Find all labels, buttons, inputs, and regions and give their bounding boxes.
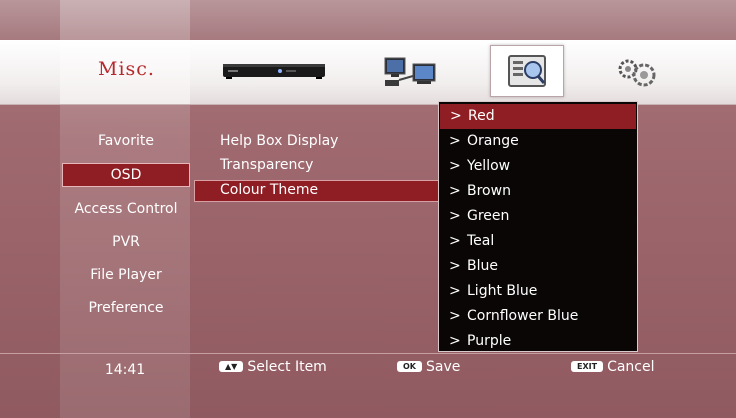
dropdown-item-label: Light Blue — [467, 283, 538, 299]
network-pc-icon[interactable] — [383, 54, 439, 90]
arrow-icon: > — [449, 283, 461, 299]
option-colour-theme[interactable]: Colour Theme — [220, 182, 318, 198]
dropdown-item-purple[interactable]: > Purple — [439, 329, 637, 354]
sidebar-item-pvr[interactable]: PVR — [66, 234, 186, 250]
sidebar-item-favorite[interactable]: Favorite — [66, 133, 186, 149]
exit-key-icon: EXIT — [571, 361, 604, 372]
dropdown-item-label: Orange — [467, 133, 519, 149]
screen: Misc. Favorite OSD Access Control PVR Fi… — [0, 0, 736, 418]
colour-theme-dropdown[interactable]: > Red > Orange > Yellow > Brown > Green > Teal… — [438, 101, 638, 352]
arrow-icon: > — [449, 133, 461, 149]
dropdown-item-teal[interactable]: > Teal — [439, 229, 637, 254]
hint-save: OK Save — [397, 359, 460, 375]
arrow-icon: > — [449, 333, 461, 349]
dropdown-item-label: Teal — [467, 233, 495, 249]
hint-select-item: ▲▼ Select Item — [219, 359, 327, 375]
dropdown-item-green[interactable]: > Green — [439, 204, 637, 229]
hint-label: Save — [426, 359, 461, 375]
clock-time: 14:41 — [104, 362, 146, 378]
dropdown-item-red[interactable]: > Red — [440, 104, 636, 129]
page-title: Misc. — [98, 58, 155, 80]
option-transparency[interactable]: Transparency — [220, 157, 313, 173]
dropdown-item-light-blue[interactable]: > Light Blue — [439, 279, 637, 304]
dropdown-item-yellow[interactable]: > Yellow — [439, 154, 637, 179]
dropdown-item-label: Green — [467, 208, 510, 224]
up-down-arrows-key-icon: ▲▼ — [219, 361, 244, 372]
arrow-icon: > — [449, 158, 461, 174]
dropdown-item-label: Brown — [467, 183, 511, 199]
sidebar-item-preference[interactable]: Preference — [66, 300, 186, 316]
dropdown-item-label: Cornflower Blue — [467, 308, 579, 324]
dropdown-item-label: Yellow — [467, 158, 511, 174]
dropdown-item-label: Purple — [467, 333, 512, 349]
footer-divider — [0, 353, 736, 354]
arrow-icon: > — [449, 258, 461, 274]
sidebar-item-file-player[interactable]: File Player — [66, 267, 186, 283]
hint-label: Cancel — [607, 359, 655, 375]
dropdown-item-cornflower-blue[interactable]: > Cornflower Blue — [439, 304, 637, 329]
arrow-icon: > — [449, 183, 461, 199]
set-top-box-icon[interactable] — [222, 62, 326, 80]
dropdown-item-brown[interactable]: > Brown — [439, 179, 637, 204]
dropdown-item-label: Red — [468, 108, 495, 124]
arrow-icon: > — [449, 208, 461, 224]
settings-gears-icon[interactable] — [614, 55, 660, 89]
sidebar-item-osd[interactable]: OSD — [62, 163, 190, 187]
dropdown-item-label: Blue — [467, 258, 498, 274]
sidebar-item-access-control[interactable]: Access Control — [66, 201, 186, 217]
hint-cancel: EXIT Cancel — [571, 359, 655, 375]
option-help-box-display[interactable]: Help Box Display — [220, 133, 338, 149]
arrow-icon: > — [450, 108, 462, 124]
hint-label: Select Item — [247, 359, 327, 375]
ok-key-icon: OK — [397, 361, 422, 372]
dropdown-item-blue[interactable]: > Blue — [439, 254, 637, 279]
dropdown-item-orange[interactable]: > Orange — [439, 129, 637, 154]
arrow-icon: > — [449, 308, 461, 324]
arrow-icon: > — [449, 233, 461, 249]
misc-info-icon[interactable] — [490, 45, 564, 97]
